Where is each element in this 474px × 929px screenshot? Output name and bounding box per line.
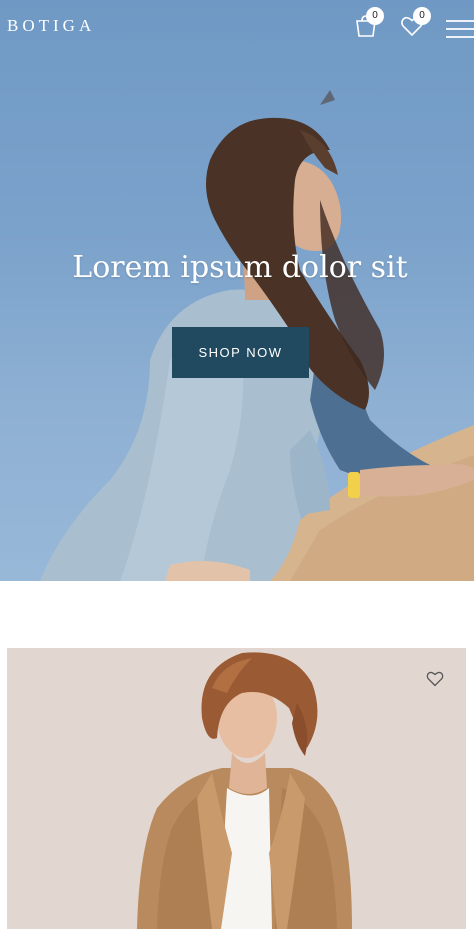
product-image[interactable] — [7, 648, 466, 929]
product-card[interactable] — [7, 648, 466, 929]
hero-banner — [0, 0, 474, 581]
hero-title: Lorem ipsum dolor sit — [72, 250, 408, 285]
wishlist-count-badge: 0 — [413, 7, 431, 25]
site-logo[interactable]: BOTIGA — [7, 16, 95, 36]
heart-outline-icon[interactable] — [426, 670, 444, 687]
hero-image — [40, 90, 474, 581]
shop-now-button[interactable]: SHOP NOW — [172, 327, 309, 378]
cart-count-badge: 0 — [366, 7, 384, 25]
hamburger-menu-icon[interactable] — [446, 19, 474, 39]
site-header: BOTIGA 0 0 — [0, 0, 474, 52]
